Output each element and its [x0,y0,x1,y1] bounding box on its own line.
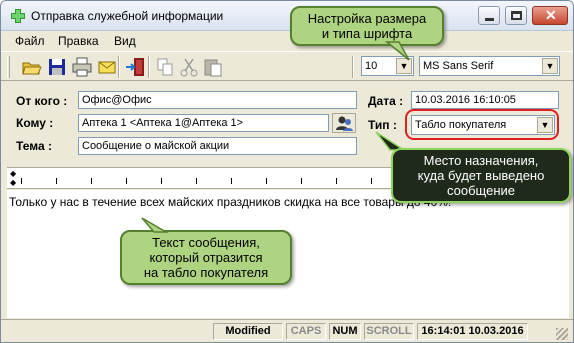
font-name-value: MS Sans Serif [423,60,494,72]
callout-font-settings: Настройка размера и типа шрифта [290,6,444,46]
status-scroll: SCROLL [364,323,414,340]
minimize-button[interactable] [478,6,500,25]
from-label: От кого : [16,94,68,108]
type-highlight [405,109,559,140]
cut-button[interactable] [178,56,200,78]
toolbar-separator [148,56,150,78]
message-text: Только у нас в течение всех майских праз… [9,195,452,209]
close-icon: ✕ [545,7,557,23]
printer-icon [72,57,92,77]
status-datetime: 16:14:01 10.03.2016 [417,323,528,340]
copy-button[interactable] [154,56,176,78]
indent-marker-icon[interactable]: ◆ [10,178,16,187]
app-cross-icon [11,9,25,23]
toolbar-grip [7,56,10,78]
subject-label: Тема : [16,139,52,153]
status-bar: Modified CAPS NUM SCROLL 16:14:01 10.03.… [1,319,573,342]
paste-button[interactable] [202,56,224,78]
callout-arrow-icon [141,217,169,233]
font-size-value: 10 [365,60,378,72]
print-button[interactable] [71,56,93,78]
window-title: Отправка служебной информации [31,9,224,23]
menu-edit[interactable]: Правка [58,34,99,48]
chevron-down-icon[interactable]: ▼ [542,58,558,74]
callout-arrow-icon [385,41,410,61]
title-bar: Отправка служебной информации ✕ [1,1,573,31]
envelope-icon [98,61,116,74]
message-button[interactable] [96,56,118,78]
save-button[interactable] [46,56,68,78]
date-field: 10.03.2016 16:10:05 [411,91,559,109]
callout-destination: Место назначения, куда будет выведено со… [391,148,571,203]
status-caps: CAPS [286,323,326,340]
open-button[interactable] [20,56,42,78]
menu-view[interactable]: Вид [114,34,136,48]
maximize-button[interactable] [505,6,527,25]
menu-file[interactable]: Файл [15,34,45,48]
to-label: Кому : [16,116,54,130]
toolbar-separator [352,56,354,78]
save-icon [49,59,65,75]
indent-marker-icon[interactable]: ◆ [10,169,16,178]
exit-button[interactable] [125,56,147,78]
folder-open-icon [22,62,42,75]
maximize-icon [511,11,522,20]
minimize-icon [485,18,494,21]
date-label: Дата : [368,94,404,108]
close-button[interactable]: ✕ [532,6,568,25]
address-book-icon [336,116,353,131]
status-num: NUM [329,323,361,340]
toolbar: 10 ▼ MS Sans Serif ▼ [1,51,573,81]
subject-field[interactable]: Сообщение о майской акции [78,137,357,155]
menu-bar: Файл Правка Вид [1,31,573,51]
scissors-icon [180,58,198,77]
exit-door-icon [126,58,144,76]
from-field[interactable]: Офис@Офис [78,91,357,109]
status-modified: Modified [213,323,283,340]
copy-icon [157,58,173,76]
address-book-button[interactable] [332,113,356,133]
toolbar-separator [118,56,120,78]
callout-message-text: Текст сообщения, который отразится на та… [120,230,292,285]
resize-grip-icon[interactable] [556,328,568,340]
font-name-select[interactable]: MS Sans Serif ▼ [419,56,560,76]
paste-icon [204,59,222,77]
to-field[interactable]: Аптека 1 <Аптека 1@Аптека 1> [78,114,329,132]
